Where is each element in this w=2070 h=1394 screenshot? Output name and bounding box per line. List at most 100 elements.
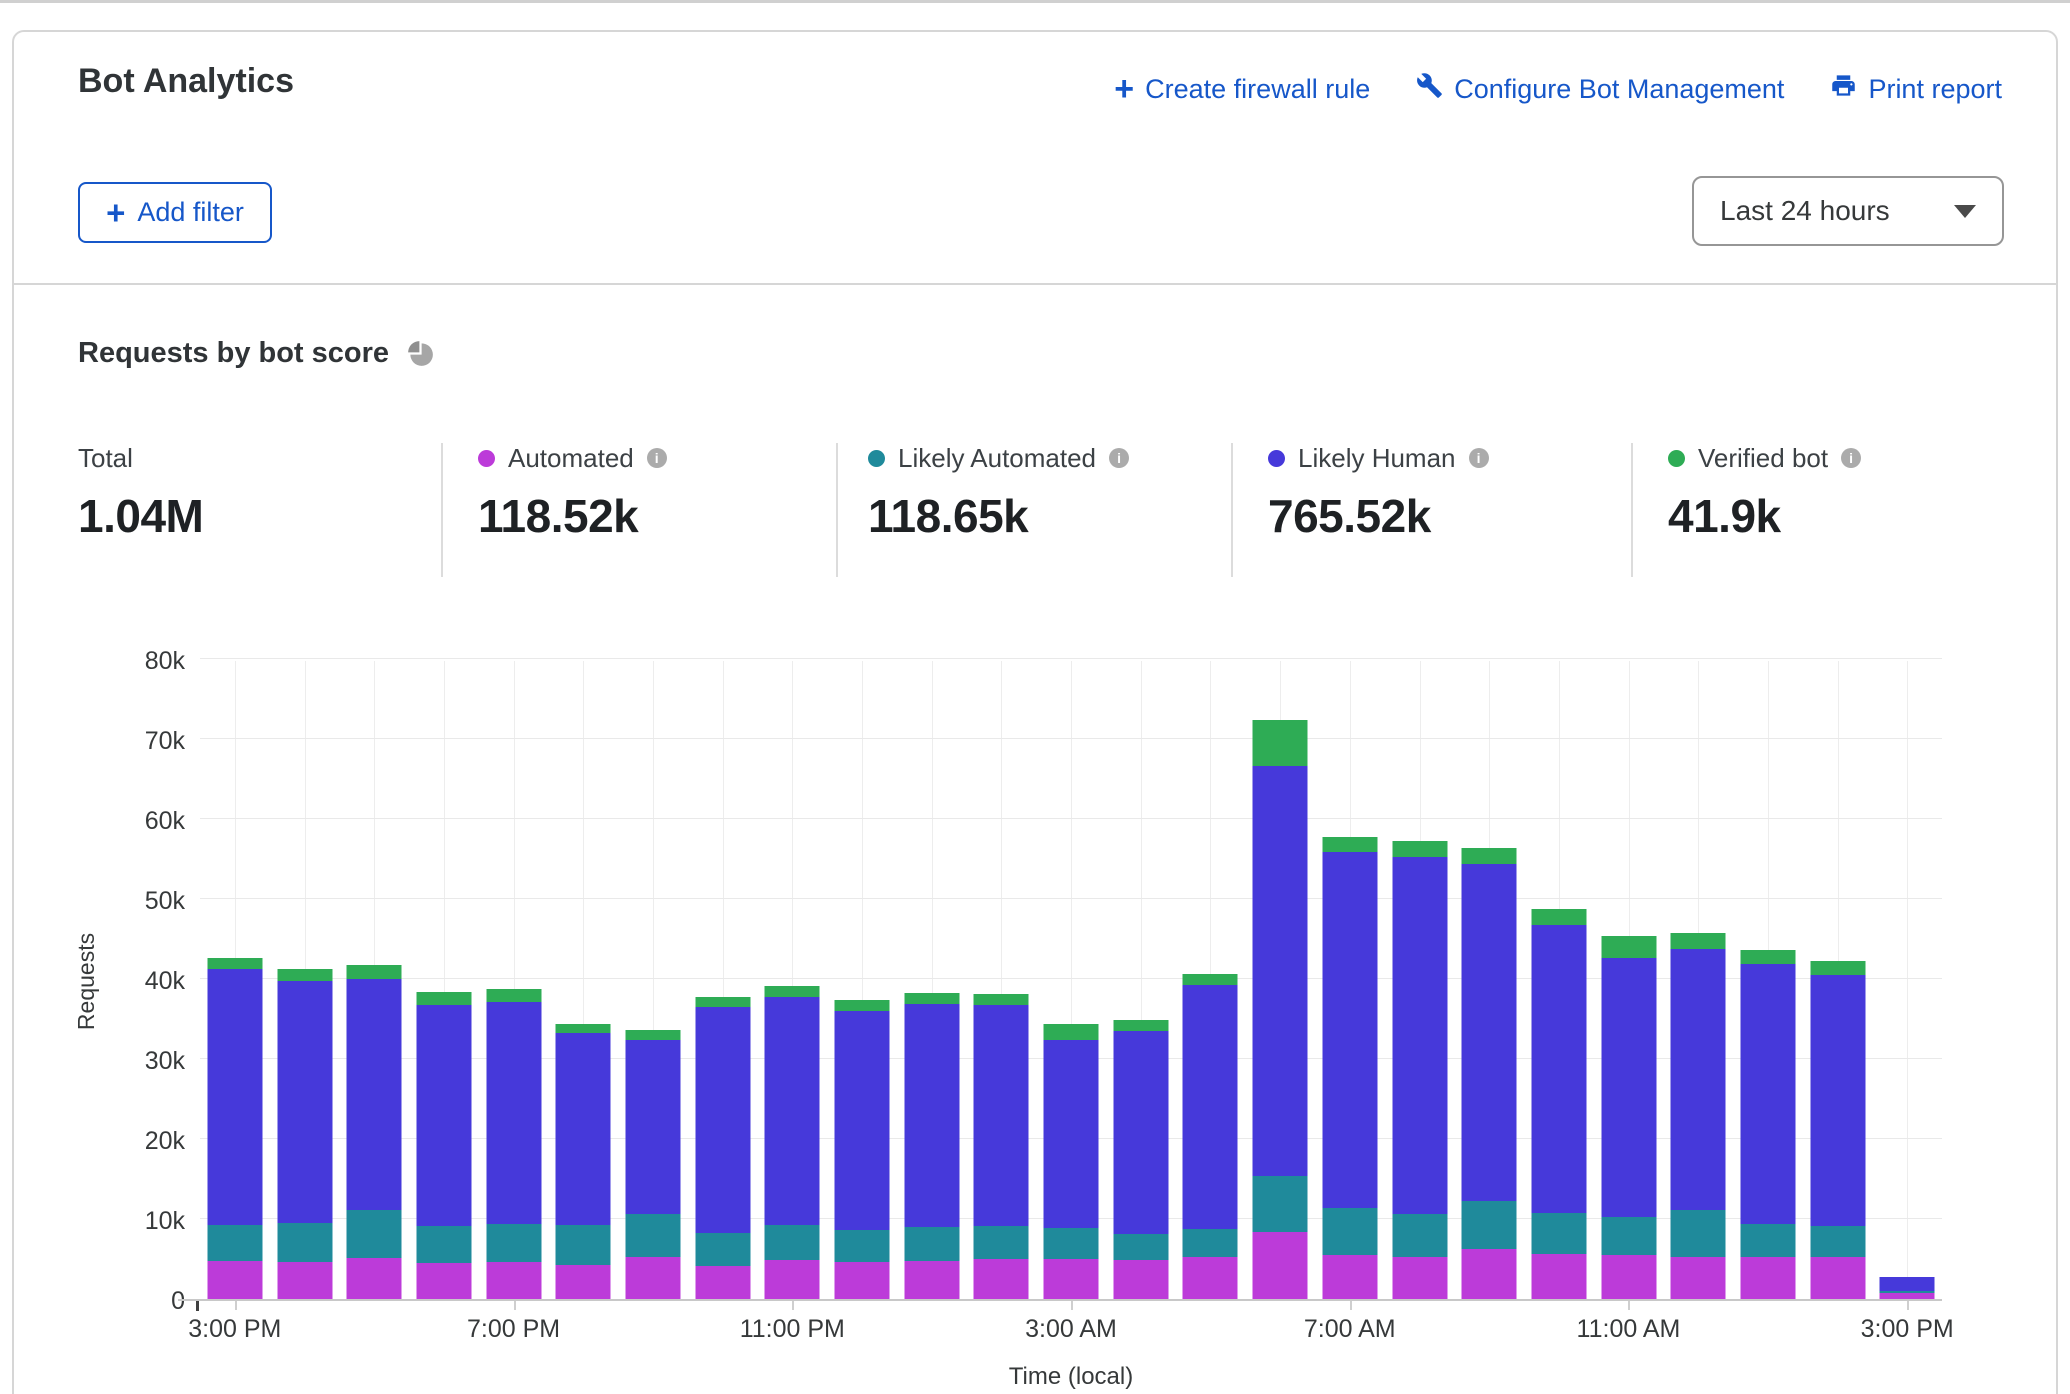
bar-segment-automated[interactable] [765, 1260, 820, 1299]
bar-segment-likely-automated[interactable] [416, 1226, 471, 1263]
bar-segment-verified-bot[interactable] [486, 989, 541, 1002]
bar[interactable] [1671, 933, 1726, 1299]
bar-segment-automated[interactable] [1392, 1257, 1447, 1299]
bar-segment-automated[interactable] [1462, 1249, 1517, 1299]
bar-segment-likely-human[interactable] [207, 969, 262, 1226]
bar-segment-likely-automated[interactable] [1044, 1228, 1099, 1259]
info-icon[interactable]: i [1841, 448, 1861, 468]
bar-segment-likely-human[interactable] [1044, 1040, 1099, 1228]
bar-segment-likely-automated[interactable] [347, 1210, 402, 1258]
bar-segment-likely-automated[interactable] [486, 1224, 541, 1262]
bar-segment-automated[interactable] [974, 1259, 1029, 1299]
bar-segment-verified-bot[interactable] [1253, 720, 1308, 766]
bar-segment-verified-bot[interactable] [1671, 933, 1726, 948]
bar-segment-automated[interactable] [1601, 1255, 1656, 1299]
bar-segment-likely-human[interactable] [625, 1040, 680, 1214]
bar-segment-automated[interactable] [556, 1265, 611, 1299]
bar-segment-likely-human[interactable] [1392, 857, 1447, 1215]
bar-segment-automated[interactable] [1671, 1257, 1726, 1299]
bar-segment-automated[interactable] [1183, 1257, 1238, 1299]
bar-segment-likely-automated[interactable] [1462, 1201, 1517, 1249]
bar-segment-likely-automated[interactable] [1253, 1176, 1308, 1232]
info-icon[interactable]: i [647, 448, 667, 468]
bar[interactable] [974, 994, 1029, 1299]
bar-segment-verified-bot[interactable] [207, 958, 262, 968]
bar[interactable] [556, 1024, 611, 1299]
bar[interactable] [1044, 1024, 1099, 1299]
stat-likely-automated[interactable]: Likely Automatedi118.65k [868, 443, 1129, 543]
bar-segment-likely-human[interactable] [974, 1005, 1029, 1226]
bar-segment-likely-human[interactable] [904, 1004, 959, 1227]
bar-segment-likely-automated[interactable] [1322, 1208, 1377, 1255]
bar[interactable] [416, 992, 471, 1299]
bar-segment-verified-bot[interactable] [695, 997, 750, 1007]
bar-segment-verified-bot[interactable] [625, 1030, 680, 1040]
bar[interactable] [1810, 961, 1865, 1299]
bar[interactable] [1183, 974, 1238, 1299]
bar-segment-likely-automated[interactable] [1671, 1210, 1726, 1256]
bar-segment-likely-human[interactable] [347, 979, 402, 1210]
bar-segment-verified-bot[interactable] [1392, 841, 1447, 856]
bar-segment-verified-bot[interactable] [1113, 1020, 1168, 1031]
bar-segment-automated[interactable] [207, 1261, 262, 1299]
bar-segment-verified-bot[interactable] [1183, 974, 1238, 985]
bar[interactable] [1601, 936, 1656, 1299]
bar-segment-likely-automated[interactable] [625, 1214, 680, 1256]
bar-segment-automated[interactable] [1253, 1232, 1308, 1299]
bar[interactable] [1462, 848, 1517, 1299]
bar-segment-automated[interactable] [1810, 1257, 1865, 1299]
bar-segment-likely-automated[interactable] [207, 1225, 262, 1261]
bar[interactable] [1322, 837, 1377, 1299]
bar-segment-likely-human[interactable] [486, 1002, 541, 1224]
bar[interactable] [835, 1000, 890, 1299]
bar[interactable] [1113, 1020, 1168, 1299]
stat-verified-bot[interactable]: Verified boti41.9k [1668, 443, 1861, 543]
configure-bot-management-link[interactable]: Configure Bot Management [1416, 72, 1784, 106]
add-filter-button[interactable]: + Add filter [78, 182, 272, 243]
bar-segment-likely-automated[interactable] [1113, 1234, 1168, 1260]
bar-segment-likely-human[interactable] [1183, 985, 1238, 1228]
create-firewall-rule-link[interactable]: + Create firewall rule [1114, 74, 1370, 105]
bar[interactable] [1253, 720, 1308, 1299]
bar-segment-likely-human[interactable] [1462, 864, 1517, 1202]
bar-segment-automated[interactable] [835, 1262, 890, 1299]
bar[interactable] [347, 965, 402, 1299]
bar-segment-verified-bot[interactable] [416, 992, 471, 1005]
bar-segment-likely-automated[interactable] [1531, 1213, 1586, 1255]
bar-segment-likely-human[interactable] [695, 1007, 750, 1233]
bar[interactable] [765, 986, 820, 1299]
bar-segment-automated[interactable] [904, 1261, 959, 1299]
bar-segment-automated[interactable] [695, 1266, 750, 1299]
info-icon[interactable]: i [1109, 448, 1129, 468]
bar[interactable] [904, 993, 959, 1299]
bar-segment-verified-bot[interactable] [556, 1024, 611, 1034]
bar-segment-automated[interactable] [1740, 1257, 1795, 1299]
bar-segment-likely-human[interactable] [1810, 975, 1865, 1226]
bar-segment-verified-bot[interactable] [1810, 961, 1865, 975]
bar-segment-automated[interactable] [1322, 1255, 1377, 1299]
bar-segment-automated[interactable] [1880, 1293, 1935, 1299]
bar-segment-likely-automated[interactable] [556, 1225, 611, 1264]
bar-segment-likely-automated[interactable] [835, 1230, 890, 1262]
bar[interactable] [1531, 909, 1586, 1299]
bar-segment-verified-bot[interactable] [765, 986, 820, 996]
bar[interactable] [1880, 1277, 1935, 1299]
bar-segment-likely-human[interactable] [1880, 1277, 1935, 1291]
bar-segment-likely-automated[interactable] [277, 1223, 332, 1262]
info-icon[interactable]: i [1469, 448, 1489, 468]
bar-segment-verified-bot[interactable] [1531, 909, 1586, 925]
bar-segment-likely-human[interactable] [277, 981, 332, 1223]
bar-segment-likely-human[interactable] [835, 1011, 890, 1230]
bar[interactable] [277, 969, 332, 1299]
bar-segment-likely-automated[interactable] [974, 1226, 1029, 1259]
bar-segment-verified-bot[interactable] [1044, 1024, 1099, 1040]
bar[interactable] [207, 958, 262, 1299]
bar-segment-likely-automated[interactable] [695, 1233, 750, 1266]
bar-segment-likely-automated[interactable] [765, 1225, 820, 1259]
bar-segment-likely-human[interactable] [1253, 766, 1308, 1176]
bar-segment-verified-bot[interactable] [347, 965, 402, 979]
bar-segment-automated[interactable] [486, 1262, 541, 1299]
bar-segment-likely-automated[interactable] [1810, 1226, 1865, 1257]
bar-segment-automated[interactable] [625, 1257, 680, 1299]
bar[interactable] [695, 997, 750, 1299]
